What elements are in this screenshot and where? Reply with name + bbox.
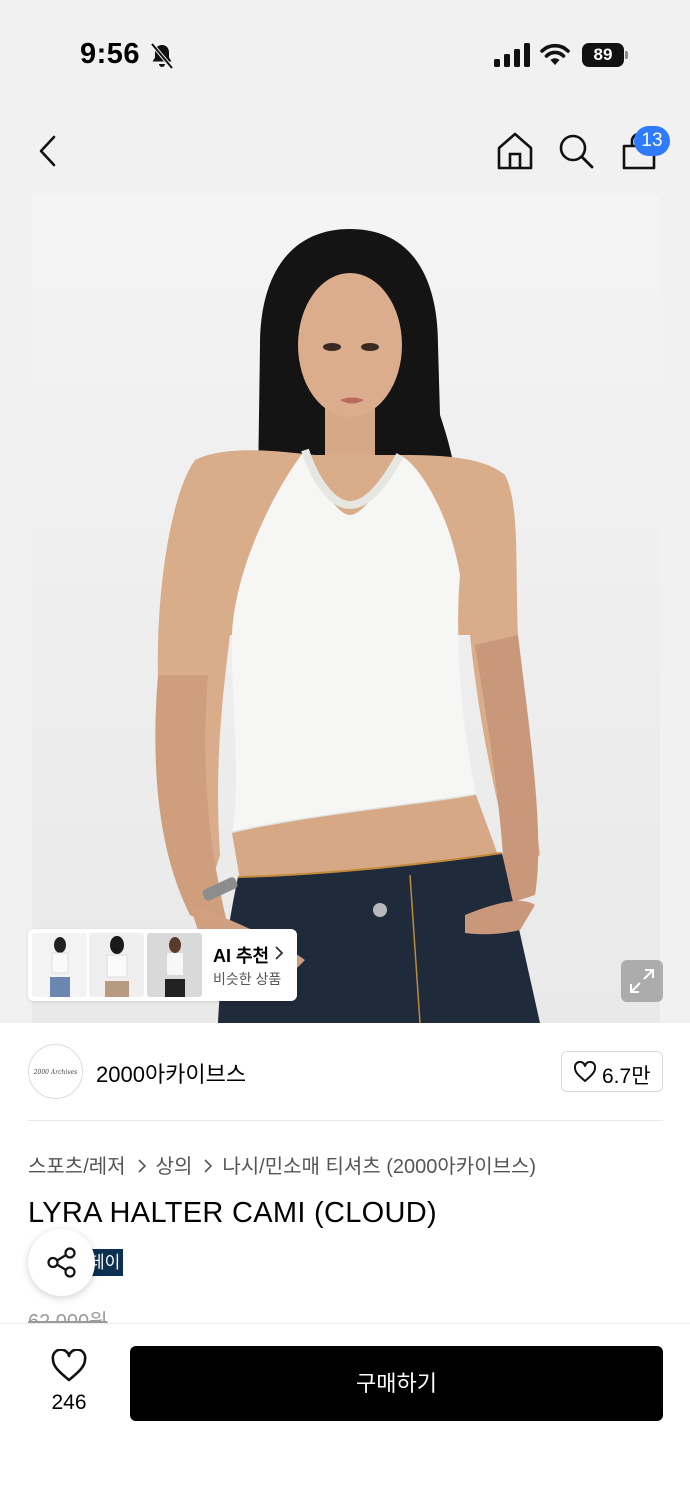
ai-thumbnail-3 — [147, 933, 202, 997]
breadcrumb-item[interactable]: 나시/민소매 티셔츠 (2000아카이브스) — [222, 1156, 536, 1178]
chevron-right-icon — [204, 1159, 213, 1173]
divider — [28, 1120, 663, 1121]
heart-outline-icon — [573, 1061, 597, 1082]
cellular-signal-icon — [494, 43, 530, 67]
battery-body: 89 — [582, 43, 624, 67]
breadcrumb: 스포츠/레저 상의 나시/민소매 티셔츠 (2000아카이브스) — [28, 1150, 536, 1179]
brand-name[interactable]: 2000아카이브스 — [96, 1057, 246, 1089]
ai-thumbnail-2 — [89, 933, 144, 997]
heart-outline-icon — [51, 1349, 87, 1382]
cart-count-badge: 13 — [634, 126, 670, 156]
ai-recommend-card[interactable]: AI 추천 비슷한 상품 — [28, 929, 297, 1001]
wifi-icon — [540, 43, 570, 65]
battery-tip — [625, 51, 628, 59]
share-button[interactable] — [28, 1229, 95, 1296]
ai-recommend-subtitle: 비슷한 상품 — [213, 971, 282, 987]
bell-off-icon — [150, 42, 174, 70]
breadcrumb-item[interactable]: 스포츠/레저 — [28, 1156, 126, 1178]
share-icon — [47, 1247, 76, 1278]
brand-like-count: 6.7만 — [602, 1065, 651, 1088]
home-icon[interactable] — [495, 130, 535, 172]
brand-logo[interactable]: 2000 Archives — [28, 1044, 83, 1099]
status-time: 9:56 — [80, 38, 141, 70]
wishlist-count: 246 — [51, 1391, 87, 1414]
back-arrow-icon[interactable] — [30, 132, 66, 170]
brand-like-button[interactable]: 6.7만 — [561, 1051, 663, 1092]
status-bar: 9:56 89 — [0, 0, 690, 100]
battery-level: 89 — [593, 45, 613, 64]
chevron-right-icon — [275, 946, 284, 960]
ai-recommend-title: AI 추천 — [213, 946, 270, 966]
wishlist-button[interactable]: 246 — [28, 1345, 110, 1421]
search-icon[interactable] — [557, 132, 595, 170]
fullscreen-button[interactable] — [621, 960, 663, 1002]
product-title: LYRA HALTER CAMI (CLOUD) — [28, 1197, 437, 1229]
battery-indicator: 89 — [582, 43, 628, 67]
product-photo-model — [155, 229, 540, 1023]
expand-icon — [630, 969, 654, 993]
chevron-right-icon — [137, 1159, 146, 1173]
ai-thumbnail-1 — [32, 933, 87, 997]
product-page: 9:56 89 13 AI 추천 비슷한 상품 2000 Archives 20… — [0, 0, 690, 1500]
buy-button[interactable]: 구매하기 — [130, 1346, 663, 1421]
breadcrumb-item[interactable]: 상의 — [156, 1156, 193, 1178]
